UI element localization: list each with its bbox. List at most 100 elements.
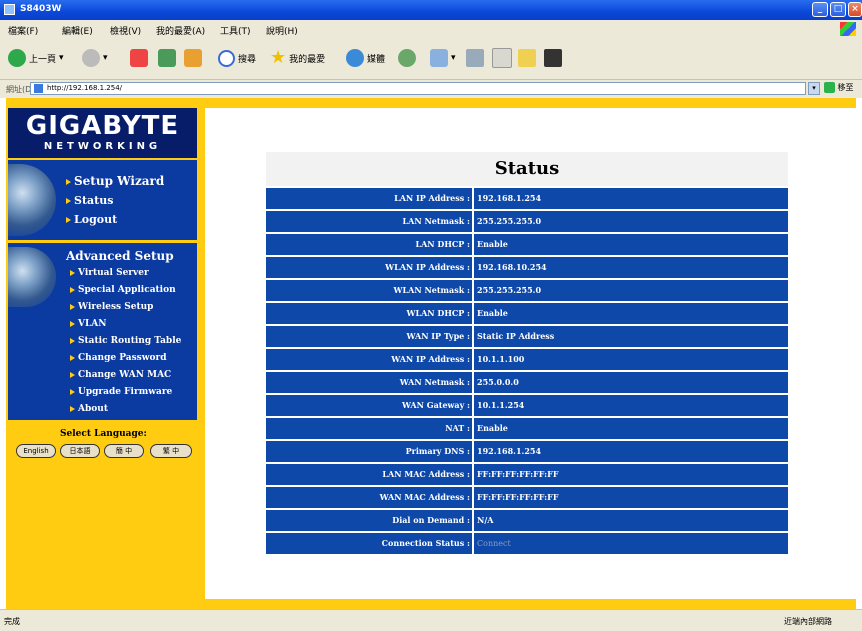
nav-special-application[interactable]: Special Application: [70, 285, 176, 295]
row-label: WAN Netmask :: [266, 372, 472, 393]
edit-button[interactable]: [492, 48, 512, 68]
table-row: LAN MAC Address : FF:FF:FF:FF:FF:FF: [266, 464, 788, 485]
row-label: Primary DNS :: [266, 441, 472, 462]
menu-view[interactable]: 檢視(V): [110, 24, 141, 37]
row-value: Enable: [474, 303, 788, 324]
ie-icon: [4, 4, 15, 15]
row-label: LAN IP Address :: [266, 188, 472, 209]
media-button[interactable]: 媒體: [346, 48, 385, 68]
table-row: WAN IP Address :10.1.1.100: [266, 349, 788, 370]
address-url: http://192.168.1.254/: [47, 84, 123, 92]
menu-tools[interactable]: 工具(T): [220, 24, 251, 37]
lang-japanese-button[interactable]: 日本語: [60, 444, 100, 458]
row-value: 255.0.0.0: [474, 372, 788, 393]
row-label: Dial on Demand :: [266, 510, 472, 531]
nav-vlan[interactable]: VLAN: [70, 319, 107, 329]
row-label: Connection Status :: [266, 533, 472, 554]
nav-setup-wizard[interactable]: Setup Wizard: [66, 174, 164, 188]
status-title: Status: [266, 152, 788, 186]
zone-text: 近端內部網路: [784, 617, 832, 626]
stop-button[interactable]: [130, 48, 148, 68]
search-button[interactable]: 搜尋: [218, 48, 256, 68]
table-row: WLAN Netmask :255.255.255.0: [266, 280, 788, 301]
menu-favorites[interactable]: 我的最愛(A): [156, 24, 205, 37]
address-dropdown[interactable]: ▾: [808, 82, 820, 95]
favorites-button[interactable]: ★ 我的最愛: [270, 48, 325, 68]
minimize-button[interactable]: _: [812, 2, 828, 17]
menu-file[interactable]: 檔案(F): [8, 24, 38, 37]
refresh-icon: [158, 49, 176, 67]
nav-static-routing-table[interactable]: Static Routing Table: [70, 336, 181, 346]
maximize-button[interactable]: □: [830, 2, 846, 17]
row-value: Static IP Address: [474, 326, 788, 347]
back-arrow-icon: [8, 49, 26, 67]
print-button[interactable]: [466, 48, 484, 68]
table-row: WLAN DHCP : Enable: [266, 303, 788, 324]
window-title: S8403W: [20, 4, 62, 14]
star-icon: ★: [270, 47, 287, 68]
menu-bar: 檔案(F) 編輯(E) 檢視(V) 我的最愛(A) 工具(T) 說明(H): [0, 20, 862, 38]
nav-change-password[interactable]: Change Password: [70, 353, 167, 363]
home-icon: [184, 49, 202, 67]
nav-upgrade-firmware[interactable]: Upgrade Firmware: [70, 387, 172, 397]
nav-about[interactable]: About: [70, 404, 108, 414]
history-icon: [398, 49, 416, 67]
status-text: 完成: [4, 617, 20, 626]
nav-wireless-setup[interactable]: Wireless Setup: [70, 302, 153, 312]
nav-status[interactable]: Status: [66, 194, 113, 207]
advanced-photo: [8, 247, 56, 307]
history-button[interactable]: [398, 48, 416, 68]
back-button[interactable]: 上一頁 ▾: [8, 48, 64, 68]
mail-icon: [430, 49, 448, 67]
table-row: LAN IP Address :192.168.1.254: [266, 188, 788, 209]
toolbar: 上一頁 ▾ ▾ 搜尋 ★ 我的最愛 媒體 ▾: [0, 38, 862, 80]
go-arrow-icon: [824, 82, 835, 93]
mail-button[interactable]: ▾: [430, 48, 456, 68]
menu-edit[interactable]: 編輯(E): [62, 24, 93, 37]
refresh-button[interactable]: [158, 48, 176, 68]
row-value: FF:FF:FF:FF:FF:FF: [474, 487, 788, 508]
table-row: WLAN IP Address :192.168.10.254: [266, 257, 788, 278]
advanced-setup-title: Advanced Setup: [66, 249, 174, 263]
row-value: 192.168.1.254: [474, 441, 788, 462]
row-label: WAN IP Address :: [266, 349, 472, 370]
table-row: Dial on Demand : N/A: [266, 510, 788, 531]
table-row: WAN Gateway :10.1.1.254: [266, 395, 788, 416]
messenger-button[interactable]: [544, 48, 562, 68]
table-row: WAN IP Type : Static IP Address: [266, 326, 788, 347]
nav-virtual-server[interactable]: Virtual Server: [70, 268, 149, 278]
row-label: WAN IP Type :: [266, 326, 472, 347]
lang-english-button[interactable]: English: [16, 444, 56, 458]
address-input[interactable]: http://192.168.1.254/: [30, 82, 806, 95]
lang-traditional-chinese-button[interactable]: 繁 中: [150, 444, 192, 458]
search-icon: [218, 49, 235, 67]
row-label: WAN Gateway :: [266, 395, 472, 416]
row-label: WLAN DHCP :: [266, 303, 472, 324]
home-button[interactable]: [184, 48, 202, 68]
connect-button[interactable]: Connect: [474, 533, 788, 554]
edit-icon: [492, 48, 512, 68]
lang-simplified-chinese-button[interactable]: 簡 中: [104, 444, 144, 458]
table-row: Connection Status : Connect: [266, 533, 788, 554]
status-bar: 完成 近端內部網路: [0, 609, 862, 631]
nav-change-wan-mac[interactable]: Change WAN MAC: [70, 370, 171, 380]
close-button[interactable]: ×: [848, 2, 862, 17]
folder-button[interactable]: [518, 48, 536, 68]
row-value: FF:FF:FF:FF:FF:FF: [474, 464, 788, 485]
row-value: 10.1.1.254: [474, 395, 788, 416]
row-value: 192.168.1.254: [474, 188, 788, 209]
table-row: LAN Netmask :255.255.255.0: [266, 211, 788, 232]
menu-help[interactable]: 說明(H): [266, 24, 298, 37]
row-value: 10.1.1.100: [474, 349, 788, 370]
address-bar: 網址(D) http://192.168.1.254/ ▾ 移至: [0, 80, 862, 98]
row-label: LAN Netmask :: [266, 211, 472, 232]
go-button[interactable]: 移至: [824, 82, 860, 95]
messenger-icon: [544, 49, 562, 67]
windows-logo-icon: [840, 22, 856, 36]
forward-button[interactable]: ▾: [82, 48, 108, 68]
row-value: 192.168.10.254: [474, 257, 788, 278]
print-icon: [466, 49, 484, 67]
nav-logout[interactable]: Logout: [66, 213, 117, 226]
row-value: 255.255.255.0: [474, 280, 788, 301]
row-label: WLAN IP Address :: [266, 257, 472, 278]
